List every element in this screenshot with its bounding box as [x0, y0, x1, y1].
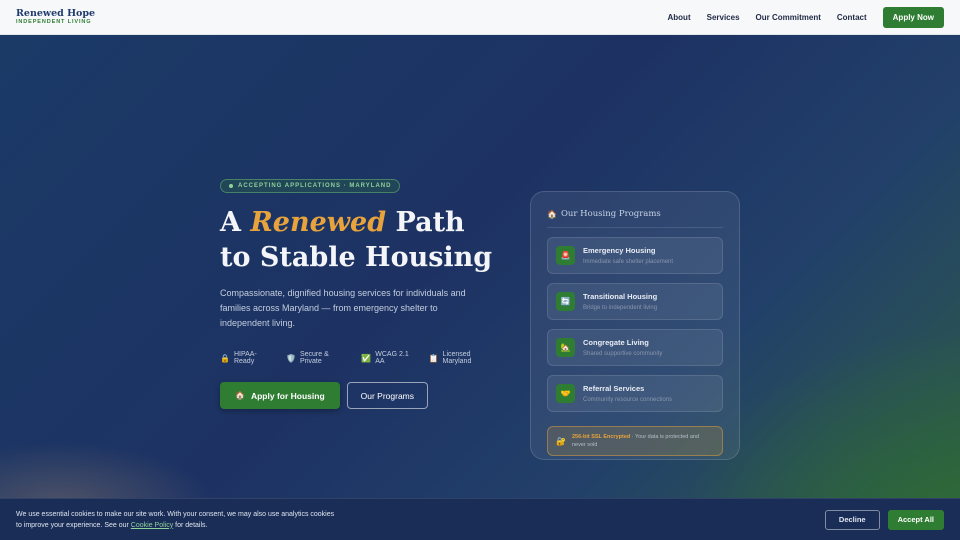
brand-name: Renewed Hope — [16, 7, 96, 19]
hero-section: ACCEPTING APPLICATIONS · MARYLAND A Rene… — [0, 35, 960, 540]
padlock-key-icon: 🔐 — [556, 436, 566, 446]
nav-link-commitment[interactable]: Our Commitment — [756, 13, 821, 22]
program-referral-services[interactable]: 🤝 Referral Services Community resource c… — [547, 375, 723, 412]
program-description: Bridge to independent living — [583, 305, 658, 311]
program-description: Immediate safe shelter placement — [583, 259, 674, 265]
program-name: Referral Services — [583, 384, 645, 393]
handshake-icon: 🤝 — [556, 384, 575, 403]
trust-label: WCAG 2.1 AA — [375, 351, 409, 365]
status-dot-icon — [229, 184, 233, 188]
siren-icon: 🚨 — [556, 246, 575, 265]
program-text: Referral Services Community resource con… — [583, 384, 672, 403]
headline-suffix: Path — [386, 207, 465, 238]
house-icon: 🏡 — [556, 338, 575, 357]
accept-all-cookies-button[interactable]: Accept All — [887, 509, 944, 530]
trust-label: HIPAA-Ready — [233, 351, 257, 365]
cookie-banner: We use essential cookies to make our sit… — [0, 498, 960, 540]
program-description: Shared supportive community — [583, 351, 663, 357]
program-text: Transitional Housing Bridge to independe… — [583, 292, 657, 311]
program-description: Community resource connections — [583, 397, 673, 403]
cookie-policy-link[interactable]: Cookie Policy — [131, 522, 173, 529]
hero-cta-row: 🏠 Apply for Housing Our Programs — [220, 382, 510, 409]
program-text: Congregate Living Shared supportive comm… — [583, 338, 662, 357]
trust-item-wcag: ✅ WCAG 2.1 AA — [361, 351, 418, 365]
nav-link-contact[interactable]: Contact — [837, 13, 867, 22]
program-name: Transitional Housing — [583, 292, 658, 301]
program-name: Emergency Housing — [583, 246, 656, 255]
apply-for-housing-label: Apply for Housing — [250, 390, 325, 401]
apply-now-button[interactable]: Apply Now — [882, 6, 944, 28]
program-congregate-living[interactable]: 🏡 Congregate Living Shared supportive co… — [547, 329, 723, 366]
cookie-text: We use essential cookies to make our sit… — [16, 509, 336, 531]
programs-card-title: 🏠 Our Housing Programs — [547, 209, 723, 228]
trust-label: Secure & Private — [299, 351, 329, 365]
our-programs-button[interactable]: Our Programs — [346, 382, 429, 409]
headline-line2: to Stable Housing — [220, 242, 493, 273]
hero-content: ACCEPTING APPLICATIONS · MARYLAND A Rene… — [220, 175, 510, 409]
house-icon: 🏠 — [235, 391, 245, 400]
trust-item-licensed: 📋 Licensed Maryland — [429, 351, 500, 365]
cookie-text-post: for details. — [173, 521, 208, 529]
nav-links: About Services Our Commitment Contact Ap… — [668, 6, 944, 28]
nav-link-services[interactable]: Services — [707, 13, 740, 22]
lock-icon: 🔒 — [220, 353, 230, 363]
cookie-buttons: Decline Accept All — [824, 509, 944, 530]
trust-item-hipaa: 🔒 HIPAA-Ready — [220, 351, 276, 365]
nav-link-about[interactable]: About — [668, 13, 691, 22]
check-icon: ✅ — [361, 353, 372, 363]
top-nav: Renewed Hope INDEPENDENT LIVING About Se… — [0, 0, 960, 35]
hero-description: Compassionate, dignified housing service… — [220, 288, 466, 328]
headline-prefix: A — [220, 207, 251, 238]
program-name: Congregate Living — [583, 338, 649, 347]
ssl-notice-strong: 256-bit SSL Encrypted — [571, 434, 631, 440]
program-emergency-housing[interactable]: 🚨 Emergency Housing Immediate safe shelt… — [547, 237, 723, 274]
program-transitional-housing[interactable]: 🔄 Transitional Housing Bridge to indepen… — [547, 283, 723, 320]
trust-item-secure: 🛡️ Secure & Private — [286, 351, 351, 365]
apply-for-housing-button[interactable]: 🏠 Apply for Housing — [220, 382, 340, 409]
decline-cookies-button[interactable]: Decline — [824, 509, 880, 530]
trust-label: Licensed Maryland — [442, 351, 472, 365]
programs-card-title-text: Our Housing Programs — [560, 209, 661, 219]
ssl-notice-text: 256-bit SSL Encrypted · Your data is pro… — [572, 433, 714, 449]
shield-icon: 🛡️ — [286, 353, 296, 363]
programs-card: 🏠 Our Housing Programs 🚨 Emergency Housi… — [530, 191, 740, 460]
house-icon: 🏠 — [547, 209, 557, 219]
clipboard-icon: 📋 — [428, 353, 439, 363]
brand-tagline: INDEPENDENT LIVING — [16, 19, 92, 25]
status-badge: ACCEPTING APPLICATIONS · MARYLAND — [220, 179, 401, 193]
headline-accent: Renewed — [250, 207, 387, 238]
cycle-icon: 🔄 — [556, 292, 575, 311]
page-title: A Renewed Path to Stable Housing — [220, 205, 510, 275]
program-text: Emergency Housing Immediate safe shelter… — [583, 246, 673, 265]
brand-logo[interactable]: Renewed Hope INDEPENDENT LIVING — [16, 7, 96, 26]
trust-badges: 🔒 HIPAA-Ready 🛡️ Secure & Private ✅ WCAG… — [220, 351, 510, 365]
status-badge-label: ACCEPTING APPLICATIONS · MARYLAND — [238, 183, 392, 189]
ssl-notice: 🔐 256-bit SSL Encrypted · Your data is p… — [547, 426, 723, 456]
